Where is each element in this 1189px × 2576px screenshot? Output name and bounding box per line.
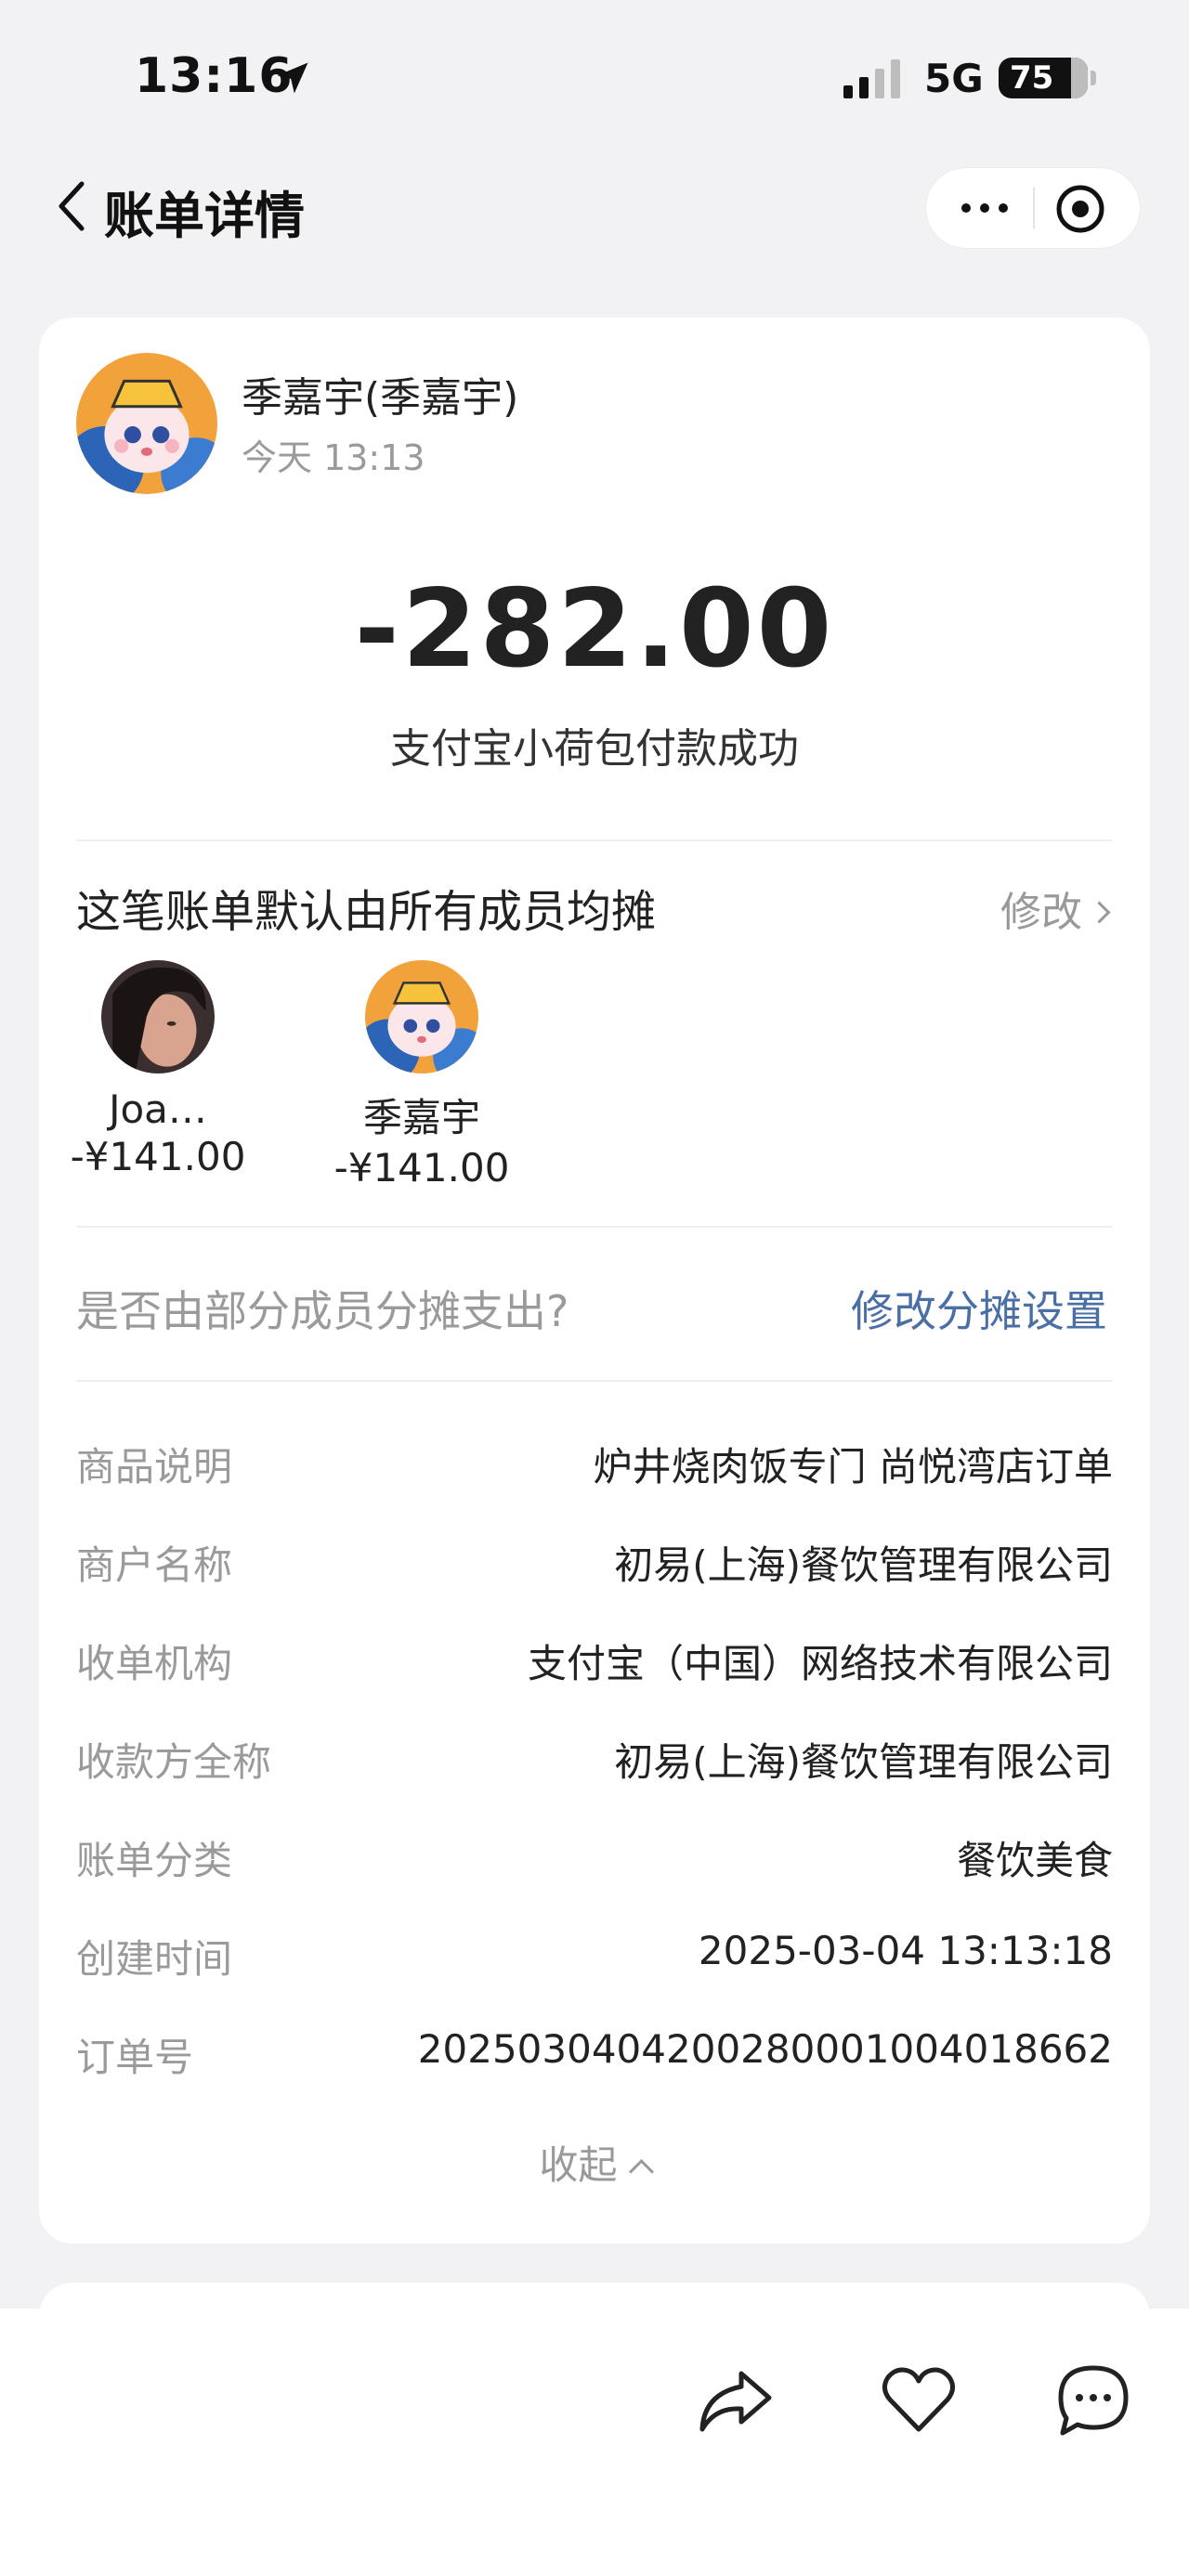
detail-label: 商品说明 [76,1444,233,1490]
payer-avatar [76,353,217,494]
member-avatar [101,960,215,1073]
battery-level: 75 [1010,59,1054,97]
bottom-action-bar [0,2309,1189,2576]
detail-value: 初易(上海)餐饮管理有限公司 [614,1739,1113,1785]
split-edit-label: 修改 [1000,889,1082,936]
member-item[interactable]: Joa… -¥141.00 [65,960,251,1179]
payer-name: 季嘉宇(季嘉宇) [242,374,519,422]
partial-split-question: 是否由部分成员分摊支出? [76,1286,569,1336]
capsule-divider [1033,188,1035,228]
detail-value: 2025030404200280001004018662 [417,2026,1113,2072]
member-name: 季嘉宇 [362,1095,480,1140]
battery-tip [1091,71,1096,85]
status-time: 13:16 [135,48,294,104]
like-icon[interactable] [879,2361,959,2440]
split-title: 这笔账单默认由所有成员均摊 [76,886,657,938]
location-arrow-icon [277,62,308,94]
detail-row: 订单号 2025030404200280001004018662 [76,2026,1113,2082]
member-amount: -¥141.00 [333,1145,510,1190]
header: 账单详情 [0,158,1189,260]
status-bar: 13:16 5G 75 [0,0,1189,158]
detail-row: 商户名称 初易(上海)餐饮管理有限公司 [76,1534,1113,1590]
detail-row: 账单分类 餐饮美食 [76,1829,1113,1885]
detail-value: 2025-03-04 13:13:18 [698,1928,1113,1973]
payer-time: 今天 13:13 [242,437,425,478]
battery-icon: 75 [999,58,1088,98]
member-amount: -¥141.00 [70,1134,246,1179]
detail-row: 商品说明 炉井烧肉饭专门 尚悦湾店订单 [76,1436,1113,1491]
detail-value: 炉井烧肉饭专门 尚悦湾店订单 [593,1444,1113,1490]
split-edit-button[interactable]: 修改 [1000,878,1111,938]
chevron-right-icon [1088,901,1111,924]
back-arrow-icon[interactable] [54,178,91,234]
payment-status: 支付宝小荷包付款成功 [390,725,799,773]
detail-label: 订单号 [76,2035,194,2080]
collapse-label: 收起 [539,2142,618,2188]
chevron-up-icon [628,2159,654,2184]
member-item[interactable]: 季嘉宇 -¥141.00 [329,960,515,1190]
detail-row: 收单机构 支付宝（中国）网络技术有限公司 [76,1633,1113,1688]
divider [76,1380,1113,1382]
more-icon[interactable] [957,191,1013,225]
modify-split-settings-link[interactable]: 修改分摊设置 [851,1278,1107,1339]
detail-value: 支付宝（中国）网络技术有限公司 [527,1641,1113,1686]
detail-row: 收款方全称 初易(上海)餐饮管理有限公司 [76,1731,1113,1787]
divider [76,839,1113,841]
detail-row: 创建时间 2025-03-04 13:13:18 [76,1928,1113,1984]
mini-program-capsule [925,167,1141,249]
detail-label: 收单机构 [76,1641,233,1686]
detail-label: 商户名称 [76,1542,233,1588]
transaction-amount: -282.00 [354,566,835,692]
member-avatar [365,960,478,1073]
member-name: Joa… [109,1086,207,1132]
detail-label: 账单分类 [76,1838,233,1883]
comment-icon[interactable] [1053,2361,1133,2440]
detail-label: 收款方全称 [76,1739,272,1785]
detail-value: 初易(上海)餐饮管理有限公司 [614,1542,1113,1588]
page-title: 账单详情 [104,187,305,245]
close-target-icon[interactable] [1055,184,1105,234]
network-type: 5G [924,56,984,101]
signal-icon [843,59,900,98]
collapse-button[interactable]: 收起 [39,2134,1150,2191]
detail-label: 创建时间 [76,1936,233,1982]
divider [76,1226,1113,1228]
share-icon[interactable] [695,2361,775,2440]
bill-card: 季嘉宇(季嘉宇) 今天 13:13 -282.00 支付宝小荷包付款成功 这笔账… [39,318,1150,2244]
detail-value: 餐饮美食 [956,1838,1113,1883]
